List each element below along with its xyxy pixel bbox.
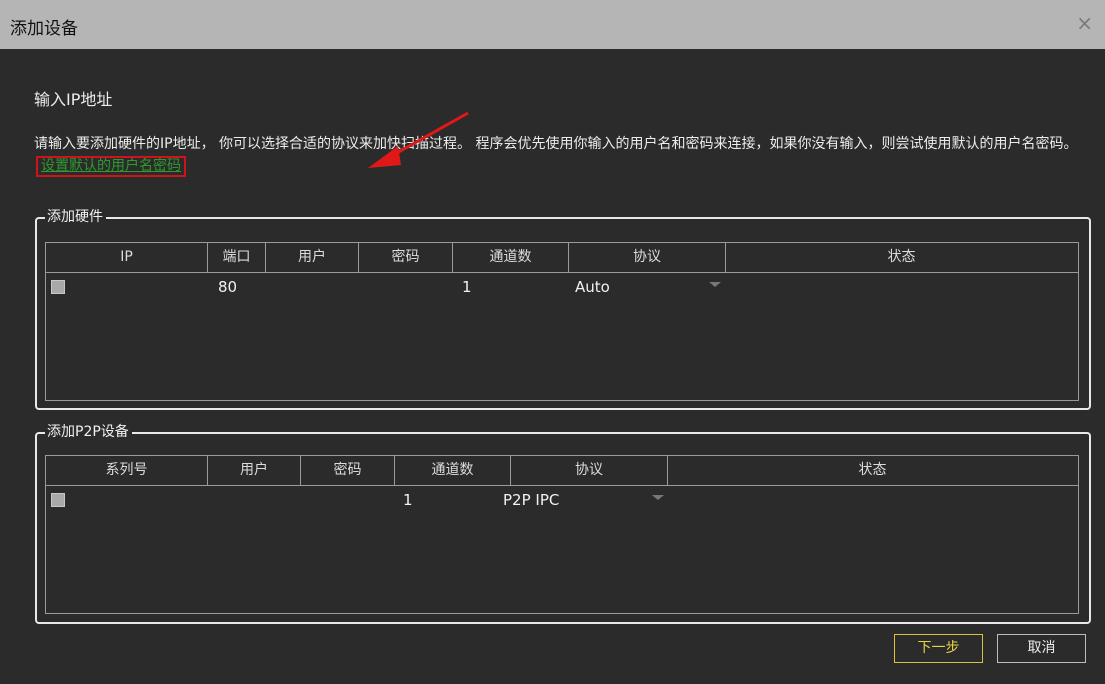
row-checkbox[interactable] <box>51 493 65 507</box>
hardware-table-header: IP 端口 用户 密码 通道数 协议 状态 <box>46 243 1078 273</box>
p2p-table-header: 系列号 用户 密码 通道数 协议 状态 <box>46 456 1078 486</box>
col-status[interactable]: 状态 <box>668 456 1077 485</box>
add-device-dialog: 添加设备 × 输入IP地址 请输入要添加硬件的IP地址， 你可以选择合适的协议来… <box>0 0 1105 684</box>
col-user[interactable]: 用户 <box>208 456 301 485</box>
cancel-button[interactable]: 取消 <box>997 634 1086 663</box>
col-user[interactable]: 用户 <box>266 243 359 272</box>
add-hardware-group: 添加硬件 IP 端口 用户 密码 通道数 协议 状态 80 1 Auto <box>35 208 1091 410</box>
section-heading: 输入IP地址 <box>34 90 113 109</box>
add-p2p-label: 添加P2P设备 <box>45 423 132 441</box>
col-serial[interactable]: 系列号 <box>46 456 208 485</box>
dialog-title: 添加设备 <box>10 19 78 39</box>
hardware-table: IP 端口 用户 密码 通道数 协议 状态 80 1 Auto <box>45 242 1079 401</box>
chevron-down-icon[interactable] <box>709 282 721 287</box>
col-password[interactable]: 密码 <box>301 456 395 485</box>
channels-cell[interactable]: 1 <box>462 278 472 296</box>
col-password[interactable]: 密码 <box>359 243 453 272</box>
p2p-table: 系列号 用户 密码 通道数 协议 状态 1 P2P IPC <box>45 455 1079 614</box>
table-row[interactable]: 80 1 Auto <box>46 273 1078 303</box>
title-bar[interactable]: 添加设备 × <box>0 0 1105 49</box>
table-row[interactable]: 1 P2P IPC <box>46 486 1078 516</box>
description-body: 请输入要添加硬件的IP地址， 你可以选择合适的协议来加快扫描过程。 程序会优先使… <box>34 136 1078 152</box>
add-p2p-group: 添加P2P设备 系列号 用户 密码 通道数 协议 状态 1 P2P IPC <box>35 423 1091 624</box>
set-default-credentials-link[interactable]: 设置默认的用户名密码 <box>41 158 181 174</box>
col-channels[interactable]: 通道数 <box>395 456 511 485</box>
add-hardware-label: 添加硬件 <box>45 208 106 226</box>
channels-cell[interactable]: 1 <box>403 491 413 509</box>
port-cell[interactable]: 80 <box>218 278 237 296</box>
col-ip[interactable]: IP <box>46 243 208 272</box>
col-port[interactable]: 端口 <box>208 243 266 272</box>
close-icon[interactable]: × <box>1076 12 1093 34</box>
description-text: 请输入要添加硬件的IP地址， 你可以选择合适的协议来加快扫描过程。 程序会优先使… <box>34 133 1096 177</box>
col-status[interactable]: 状态 <box>726 243 1077 272</box>
link-highlight-box: 设置默认的用户名密码 <box>36 156 186 177</box>
protocol-cell[interactable]: Auto <box>575 278 610 296</box>
protocol-cell[interactable]: P2P IPC <box>503 491 559 509</box>
next-button[interactable]: 下一步 <box>894 634 983 663</box>
chevron-down-icon[interactable] <box>652 495 664 500</box>
col-protocol[interactable]: 协议 <box>511 456 668 485</box>
row-checkbox[interactable] <box>51 280 65 294</box>
col-protocol[interactable]: 协议 <box>569 243 726 272</box>
col-channels[interactable]: 通道数 <box>453 243 569 272</box>
